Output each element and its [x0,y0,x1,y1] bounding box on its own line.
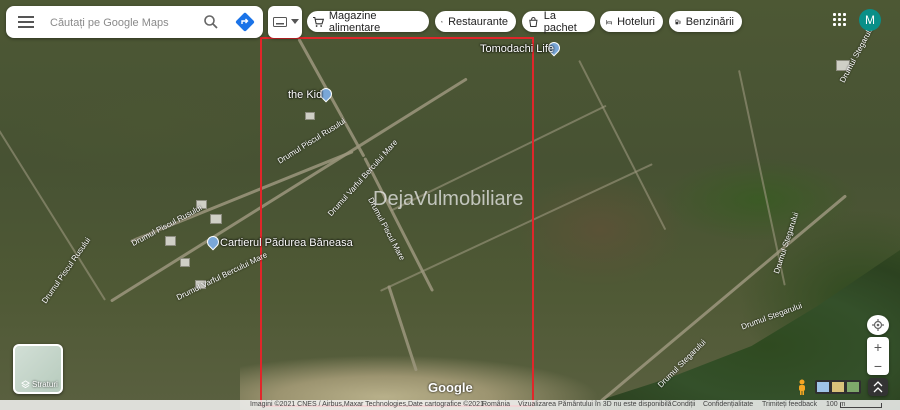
keyboard-icon [273,17,287,27]
chip-label: Restaurante [448,15,508,28]
place-label[interactable]: Cartierul Pădurea Băneasa [220,237,353,249]
map-thumbnail[interactable] [817,382,829,392]
chip-label: Benzinării [685,15,734,28]
collapse-side-panel-button[interactable] [268,6,302,38]
menu-icon[interactable] [18,14,34,30]
3d-notice: Vizualizarea Pământului în 3D nu este di… [518,401,672,408]
fork-knife-icon [441,20,443,23]
scale-bar [840,403,882,408]
privacy-link[interactable]: Confidențialitate [703,401,753,408]
layers-button[interactable]: Straturi [13,344,63,394]
account-avatar[interactable]: M [859,9,881,31]
bed-icon [606,19,612,25]
imagery-thumbnails[interactable] [815,380,861,394]
cart-icon [313,16,324,27]
chip-label: Magazine alimentare [328,9,381,34]
layers-label-container: Straturi [21,380,58,389]
feedback-link[interactable]: Trimiteți feedback [762,401,817,408]
google-apps-icon[interactable] [833,13,847,27]
place-label[interactable]: the Kid [288,89,322,101]
layers-label: Straturi [32,380,58,389]
search-box [6,6,263,38]
chip-gas-stations[interactable]: Benzinării [669,11,742,32]
chevron-up-icon [873,381,883,393]
attribution-bar: Imagini ©2021 CNES / Airbus,Maxar Techno… [0,400,900,410]
directions-icon[interactable] [235,12,255,32]
globe-thumbnail[interactable] [847,382,859,392]
watermark-text: DejaVulmobiliare [373,188,524,210]
chip-hotels[interactable]: Hoteluri [600,11,663,32]
chip-grocery[interactable]: Magazine alimentare [307,9,429,34]
building [180,258,190,267]
layers-icon [21,380,30,389]
zoom-in-button[interactable]: + [867,337,889,356]
chip-restaurants[interactable]: Restaurante [435,11,516,32]
gas-pump-icon [675,19,681,24]
chevron-down-icon [291,19,299,24]
pegman-icon[interactable] [797,379,807,395]
terms-link[interactable]: Condiții [672,401,695,408]
chip-takeout[interactable]: La pachet [522,9,595,34]
imagery-attribution: Imagini ©2021 CNES / Airbus,Maxar Techno… [250,401,484,408]
takeout-bag-icon [529,16,538,27]
location-target-icon [872,319,884,331]
satellite-map[interactable]: Tomodachi Life the Kid Cartierul Pădurea… [0,0,900,410]
chip-label: La pachet [543,9,577,34]
chip-label: Hoteluri [617,15,655,28]
place-label[interactable]: Tomodachi Life [480,43,554,55]
zoom-out-button[interactable]: − [867,356,889,375]
country-label[interactable]: România [482,401,510,408]
terrain-thumbnail[interactable] [832,382,844,392]
expand-button[interactable] [868,378,888,396]
my-location-button[interactable] [867,315,889,335]
building [210,214,222,224]
search-input[interactable] [48,12,202,34]
search-icon[interactable] [203,14,219,30]
zoom-controls: + − [867,337,889,375]
building [165,236,176,246]
google-logo: Google [428,380,473,395]
